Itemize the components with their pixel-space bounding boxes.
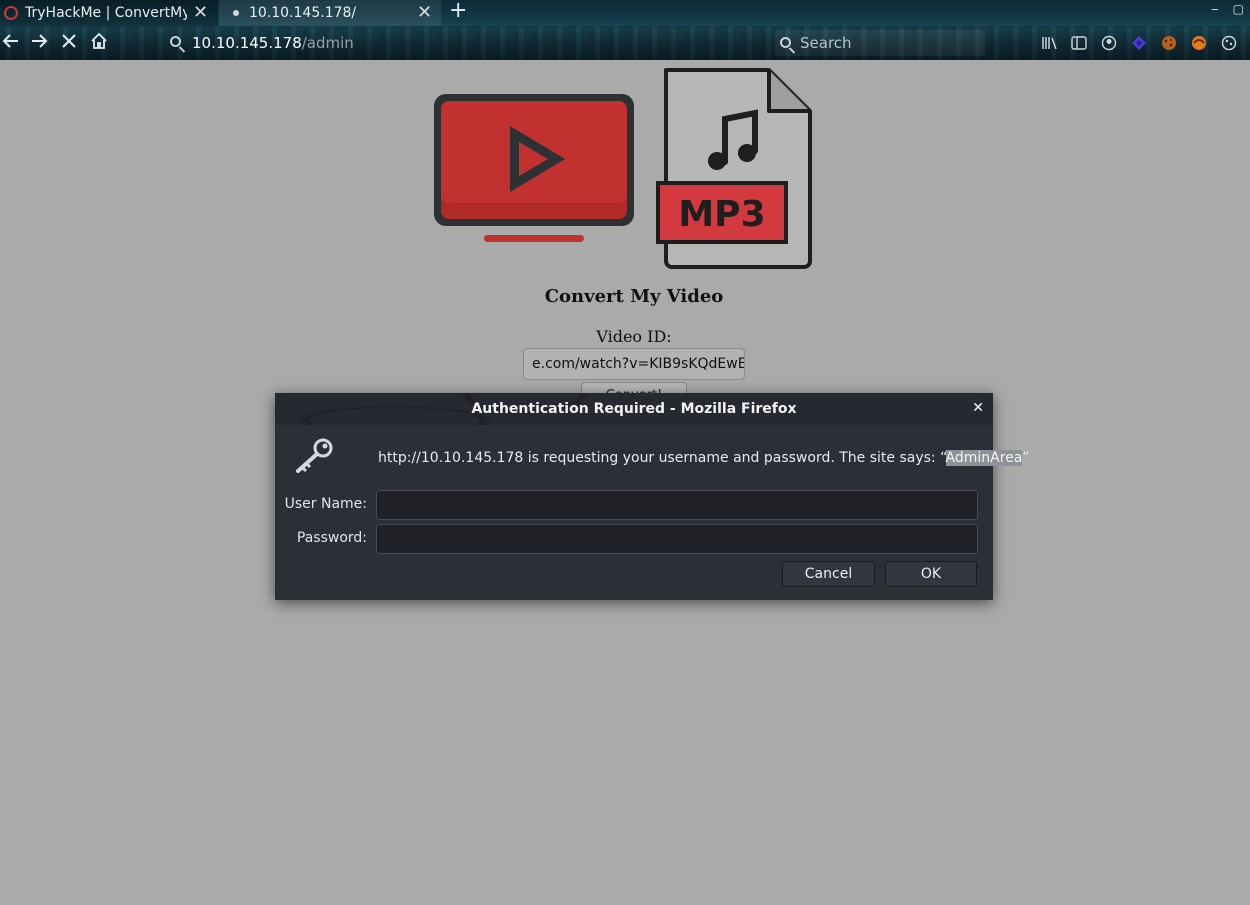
- tab-title: 10.10.145.178/: [249, 5, 357, 21]
- username-field[interactable]: [376, 490, 978, 520]
- cancel-button[interactable]: Cancel: [782, 561, 875, 587]
- loading-dot-icon: [233, 10, 239, 16]
- ok-button[interactable]: OK: [885, 561, 977, 587]
- browser-toolbar: TryHackMe | ConvertMyV ✕ 10.10.145.178/ …: [0, 0, 1250, 60]
- video-id-input[interactable]: e.com/watch?v=KIB9sKQdEwE: [523, 348, 745, 380]
- video-player-logo: [432, 92, 636, 248]
- auth-dialog: Authentication Required - Mozilla Firefo…: [275, 393, 1030, 600]
- dialog-titlebar[interactable]: Authentication Required - Mozilla Firefo…: [275, 393, 993, 425]
- tab-close-icon[interactable]: ✕: [193, 2, 208, 23]
- tab-admin[interactable]: 10.10.145.178/ ✕: [219, 0, 441, 26]
- back-arrow-icon[interactable]: [2, 32, 20, 54]
- message-suffix: ”: [1022, 450, 1030, 466]
- url-bar[interactable]: 10.10.145.178/admin: [162, 30, 772, 56]
- forward-arrow-icon[interactable]: [30, 32, 48, 54]
- new-tab-button[interactable]: +: [449, 0, 467, 23]
- realm-text: AdminArea: [945, 450, 1023, 466]
- password-field[interactable]: [376, 524, 978, 554]
- tab-tryhackme[interactable]: TryHackMe | ConvertMyV ✕: [0, 0, 218, 26]
- dialog-close-icon[interactable]: ✕: [972, 400, 984, 416]
- sidebar-icon[interactable]: [1071, 35, 1087, 51]
- dialog-title: Authentication Required - Mozilla Firefo…: [471, 401, 797, 417]
- stop-x-icon[interactable]: [60, 32, 78, 54]
- tryhackme-favicon-icon: [4, 6, 18, 20]
- url-host: 10.10.145.178: [192, 34, 302, 52]
- search-icon: [170, 36, 181, 47]
- mp3-logo-text: MP3: [678, 194, 765, 235]
- cookie-extension-icon[interactable]: [1161, 35, 1177, 51]
- username-label: User Name:: [284, 496, 367, 512]
- menu-extension-icon[interactable]: [1221, 35, 1237, 51]
- search-icon: [780, 37, 791, 48]
- window-controls: ‒ ▢: [1211, 2, 1244, 16]
- library-icon[interactable]: [1041, 35, 1057, 51]
- key-icon: [293, 437, 335, 479]
- mp3-file-icon: MP3: [655, 67, 815, 275]
- search-field[interactable]: Search: [775, 30, 985, 56]
- tab-title: TryHackMe | ConvertMyV: [25, 5, 187, 21]
- home-icon[interactable]: [90, 32, 108, 54]
- url-path: /admin: [301, 34, 354, 52]
- maximize-button[interactable]: ▢: [1233, 2, 1244, 16]
- password-label: Password:: [296, 530, 367, 546]
- extension-purple-icon[interactable]: [1131, 35, 1147, 51]
- tab-close-icon[interactable]: ✕: [417, 2, 432, 23]
- account-icon[interactable]: [1101, 35, 1117, 51]
- message-text: http://10.10.145.178 is requesting your …: [378, 450, 946, 466]
- video-id-label: Video ID:: [596, 327, 672, 346]
- dialog-message: http://10.10.145.178 is requesting your …: [378, 450, 1030, 466]
- page-title: Convert My Video: [544, 286, 724, 307]
- foxyproxy-extension-icon[interactable]: [1191, 35, 1207, 51]
- minimize-button[interactable]: ‒: [1211, 2, 1219, 16]
- search-placeholder: Search: [800, 34, 852, 52]
